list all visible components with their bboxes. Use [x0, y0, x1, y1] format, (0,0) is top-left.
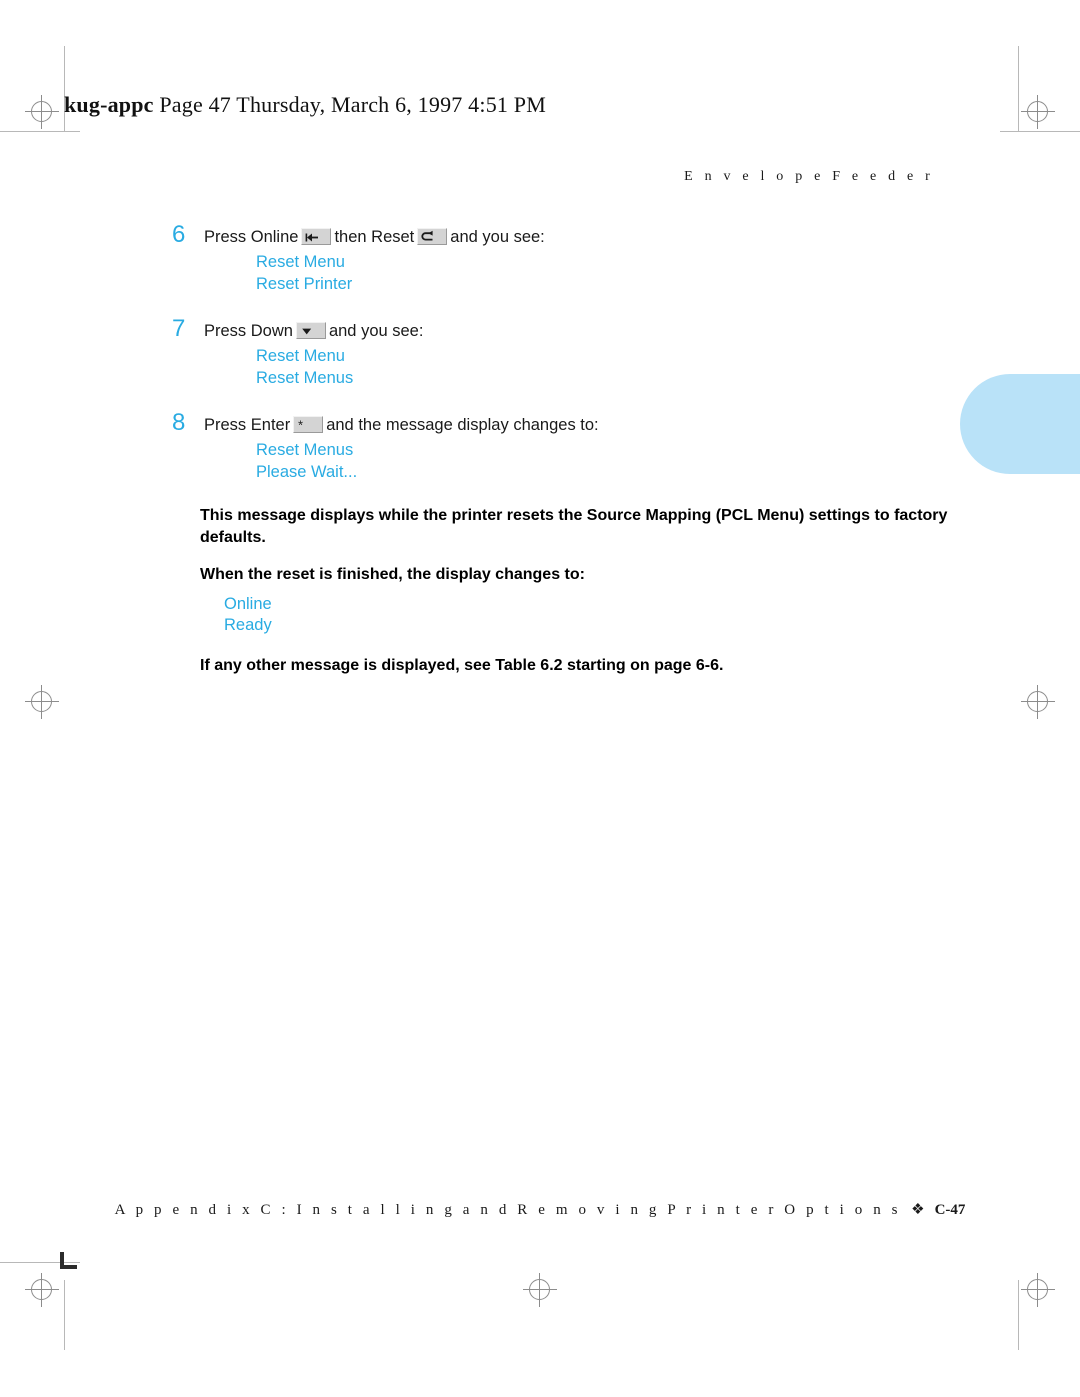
page-number: C-47 — [934, 1202, 966, 1218]
reg-horizontal — [25, 1289, 59, 1290]
running-head: E n v e l o p e F e e d e r — [684, 169, 934, 184]
reg-vertical — [1037, 685, 1038, 719]
display-line: Reset Menus — [256, 440, 354, 459]
reg-circle — [31, 1279, 52, 1300]
down-arrow-key-icon[interactable] — [295, 321, 326, 339]
reg-vertical — [1037, 95, 1038, 129]
reg-vertical — [41, 1273, 42, 1307]
step-7: 7 Press Down and you see: Reset Menu Rese… — [172, 314, 992, 390]
step-text-before: Press Enter — [204, 415, 291, 434]
corner-crop-mark-bottom-left — [60, 1252, 77, 1269]
registration-mark-top-right — [1021, 95, 1055, 129]
trim-line-top-left — [0, 131, 80, 132]
reg-circle — [1027, 691, 1048, 712]
step-text-after: and you see: — [450, 228, 545, 246]
step-number: 6 — [172, 221, 186, 248]
reg-horizontal — [25, 701, 59, 702]
step-text: Press Down and you see: — [204, 320, 992, 342]
enter-asterisk-key-icon[interactable]: * — [293, 415, 324, 433]
reset-return-key-icon[interactable] — [417, 228, 448, 245]
reset-description-note: This message displays while the printer … — [200, 507, 948, 547]
step-text-before: Press Down — [204, 321, 293, 340]
file-banner-rest: Page 47 Thursday, March 6, 1997 4:51 PM — [153, 92, 546, 117]
trim-line-bottom-left — [0, 1262, 80, 1263]
trim-line-bottom-left-vert — [64, 1280, 65, 1350]
file-banner: kug-appc Page 47 Thursday, March 6, 1997… — [64, 92, 546, 118]
document-page: kug-appc Page 47 Thursday, March 6, 1997… — [0, 0, 1080, 1397]
trim-line-left — [64, 46, 65, 132]
reg-vertical — [539, 1273, 540, 1307]
registration-mark-bottom-right — [1021, 1273, 1055, 1307]
step-text: Press Online then Reset and you see: — [204, 226, 992, 248]
reg-circle — [1027, 1279, 1048, 1300]
reg-circle — [31, 691, 52, 712]
finished-lead-in-note: When the reset is finished, the display … — [200, 565, 585, 583]
display-line: Reset Menu — [256, 347, 345, 366]
diamond-icon: ❖ — [911, 1202, 925, 1218]
display-message-block: Reset Menu Reset Menus — [256, 346, 992, 390]
registration-mark-mid-left — [25, 685, 59, 719]
svg-text:*: * — [298, 418, 303, 433]
trim-line-bottom-right-vert — [1018, 1280, 1019, 1350]
step-6: 6 Press Online then Reset and you see: Res… — [172, 221, 992, 296]
step-text-after: and the message display changes to: — [326, 415, 599, 434]
display-line: Online — [224, 594, 272, 613]
reg-circle — [31, 101, 52, 122]
registration-mark-bottom-center — [523, 1273, 557, 1307]
reg-horizontal — [1021, 111, 1055, 112]
step-text-before: Press Online — [204, 228, 299, 246]
step-number: 7 — [172, 314, 186, 342]
reg-vertical — [41, 95, 42, 129]
display-message-block: Reset Menu Reset Printer — [256, 252, 992, 296]
page-footer: A p p e n d i x C : I n s t a l l i n g … — [0, 1200, 1080, 1219]
display-line: Please Wait... — [256, 462, 358, 481]
registration-mark-top-left — [25, 95, 59, 129]
page-content: 6 Press Online then Reset and you see: Res… — [172, 221, 992, 677]
reg-horizontal — [1021, 701, 1055, 702]
reg-vertical — [41, 685, 42, 719]
step-text-after: and you see: — [328, 321, 424, 340]
step-text: Press Enter * and the message display chan… — [204, 414, 992, 436]
display-line: Reset Menu — [256, 253, 345, 272]
step-8: 8 Press Enter * and the message display ch… — [172, 408, 992, 484]
registration-mark-mid-right — [1021, 685, 1055, 719]
trim-line-right — [1018, 46, 1019, 132]
display-line: Reset Menus — [256, 368, 354, 387]
final-display-message-block: Online Ready — [224, 594, 992, 638]
reg-horizontal — [523, 1289, 557, 1290]
display-line: Ready — [224, 616, 272, 635]
display-message-block: Reset Menus Please Wait... — [256, 440, 992, 484]
file-banner-filename: kug-appc — [64, 92, 154, 117]
step-text-middle: then Reset — [334, 228, 415, 246]
display-line: Reset Printer — [256, 275, 353, 294]
reg-circle — [529, 1279, 550, 1300]
other-message-note: If any other message is displayed, see T… — [200, 657, 724, 675]
reg-horizontal — [25, 111, 59, 112]
footer-chapter: A p p e n d i x C : I n s t a l l i n g … — [114, 1202, 902, 1218]
registration-mark-bottom-left — [25, 1273, 59, 1307]
trim-line-top-right — [1000, 131, 1080, 132]
reg-vertical — [1037, 1273, 1038, 1307]
reg-horizontal — [1021, 1289, 1055, 1290]
reg-circle — [1027, 101, 1048, 122]
online-key-icon[interactable] — [301, 228, 332, 245]
step-number: 8 — [172, 408, 186, 436]
